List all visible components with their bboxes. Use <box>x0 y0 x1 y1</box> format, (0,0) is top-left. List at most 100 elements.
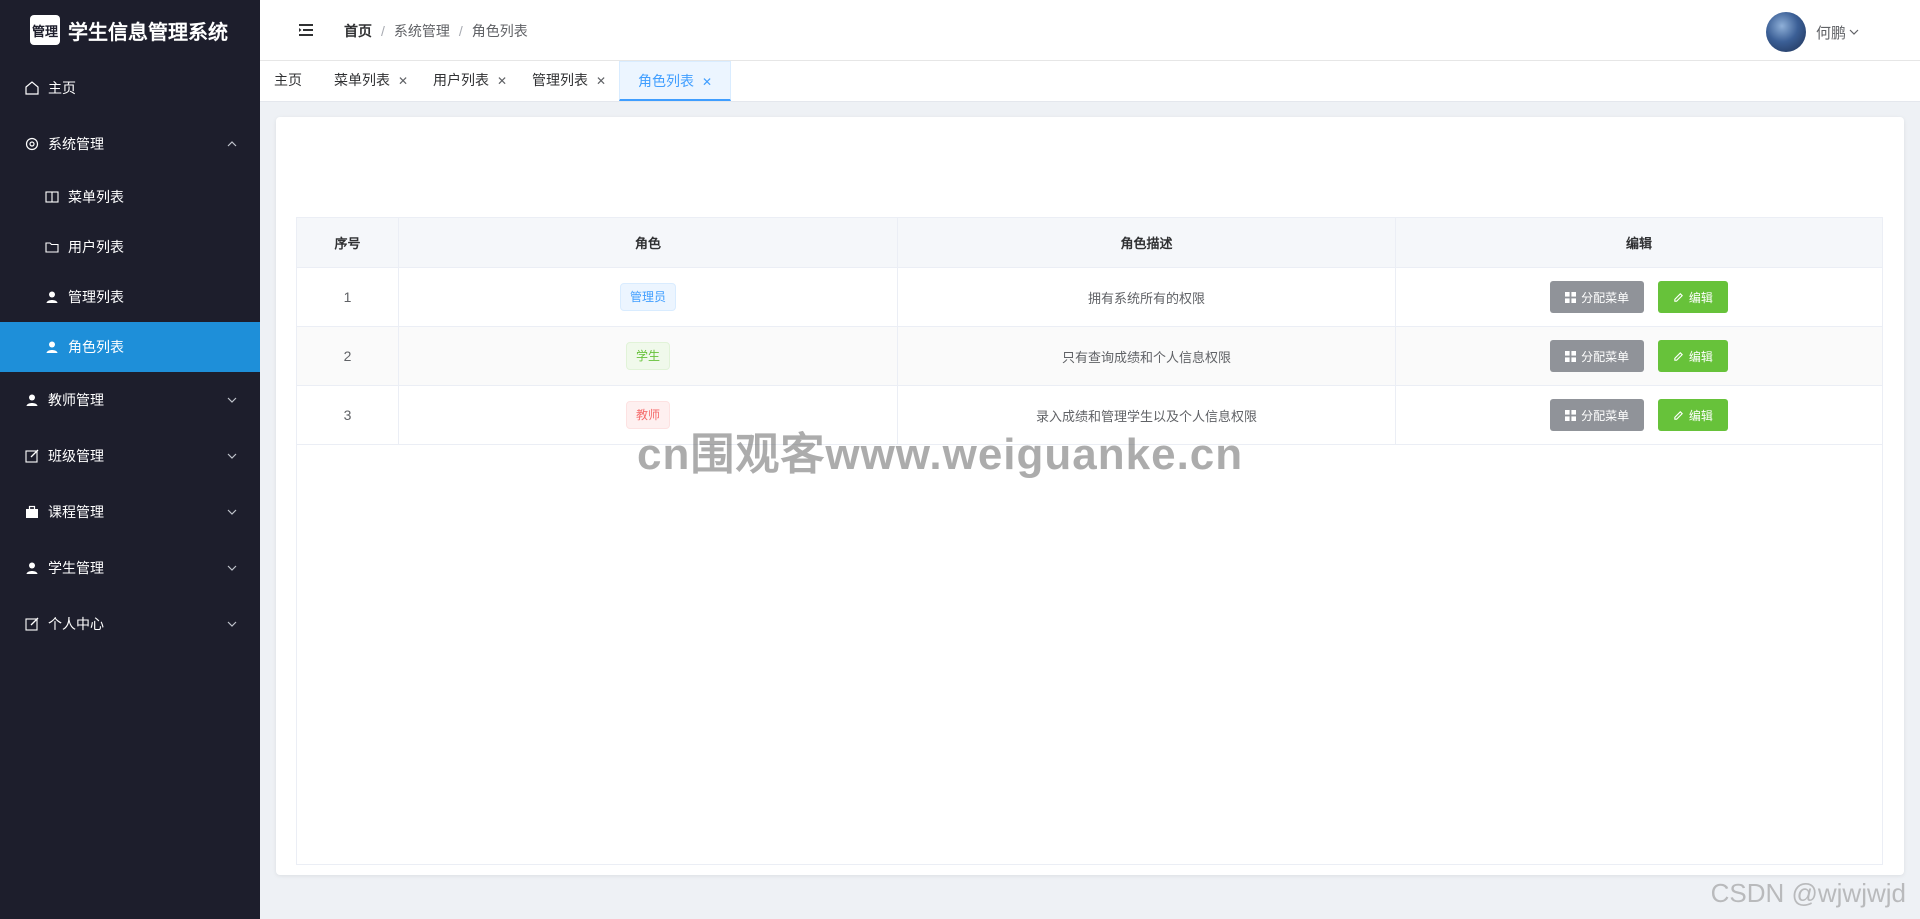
role-cell: 管理员 <box>398 267 898 327</box>
sidebar-item-menu-list[interactable]: 菜单列表 <box>0 172 260 222</box>
role-cell: 学生 <box>398 326 898 386</box>
user-icon <box>24 392 40 408</box>
chevron-down-icon <box>227 509 237 515</box>
column-header: 角色描述 <box>897 218 1396 268</box>
chevron-up-icon <box>227 141 237 147</box>
home-icon <box>24 80 40 96</box>
button-label: 编辑 <box>1688 349 1713 364</box>
grid-icon <box>1565 350 1577 362</box>
sidebar-item-label: 管理列表 <box>68 289 124 305</box>
role-tag: 学生 <box>625 342 670 370</box>
edit-icon <box>24 616 40 632</box>
description-cell: 拥有系统所有的权限 <box>897 267 1396 327</box>
sidebar-item-role-list[interactable]: 角色列表 <box>0 322 260 372</box>
tab-role-list[interactable]: 角色列表 ✕ <box>619 61 732 101</box>
csdn-watermark: CSDN @wjwjwjd <box>1710 878 1906 908</box>
close-icon[interactable]: ✕ <box>596 74 606 88</box>
edit-icon <box>1674 410 1683 420</box>
chevron-down-icon <box>227 453 237 459</box>
sidebar-item-profile[interactable]: 个人中心 <box>0 596 260 652</box>
user-icon <box>44 289 60 305</box>
sidebar-item-label: 菜单列表 <box>68 189 124 205</box>
tab-admin-list[interactable]: 管理列表 ✕ <box>518 61 620 100</box>
content-card: 序号 角色 角色描述 编辑 1 管理员 拥有系统所有的权限 分配菜单 编辑 2 … <box>276 117 1904 875</box>
sidebar-item-label: 主页 <box>48 80 76 96</box>
sidebar-item-label: 角色列表 <box>68 339 124 355</box>
column-header: 编辑 <box>1395 218 1882 268</box>
assign-menu-button[interactable]: 分配菜单 <box>1550 340 1645 372</box>
gear-icon <box>24 136 40 152</box>
tab-user-list[interactable]: 用户列表 ✕ <box>419 61 521 100</box>
tab-label: 角色列表 <box>638 73 694 89</box>
actions-cell: 分配菜单 编辑 <box>1395 267 1882 327</box>
index-cell: 2 <box>297 326 399 386</box>
table-row: 2 学生 只有查询成绩和个人信息权限 分配菜单 编辑 <box>297 326 1882 386</box>
menu-fold-icon[interactable] <box>298 22 314 38</box>
sidebar-item-label: 系统管理 <box>48 136 104 152</box>
role-table: 序号 角色 角色描述 编辑 1 管理员 拥有系统所有的权限 分配菜单 编辑 2 … <box>296 217 1883 865</box>
edit-button[interactable]: 编辑 <box>1657 281 1728 313</box>
close-icon[interactable]: ✕ <box>702 75 712 89</box>
edit-button[interactable]: 编辑 <box>1657 340 1728 372</box>
tab-menu-list[interactable]: 菜单列表 ✕ <box>320 61 422 100</box>
sidebar-item-teacher[interactable]: 教师管理 <box>0 372 260 428</box>
sidebar: 管理 学生信息管理系统 主页 系统管理 菜单列表 用户列表 管理列表 角色列表 … <box>0 0 260 919</box>
edit-icon <box>24 448 40 464</box>
column-header: 角色 <box>398 218 898 268</box>
tab-bar: 主页 菜单列表 ✕ 用户列表 ✕ 管理列表 ✕ 角色列表 ✕ <box>260 61 1920 102</box>
button-label: 分配菜单 <box>1581 408 1630 423</box>
sidebar-item-label: 学生管理 <box>48 560 104 576</box>
sidebar-item-student[interactable]: 学生管理 <box>0 540 260 596</box>
sidebar-item-system[interactable]: 系统管理 <box>0 116 260 172</box>
username[interactable]: 何鹏 <box>1816 22 1846 43</box>
tab-label: 管理列表 <box>532 72 588 88</box>
watermark: cn围观客www.weiguanke.cn <box>637 430 1244 479</box>
avatar[interactable] <box>1765 12 1806 52</box>
chevron-down-icon <box>227 397 237 403</box>
tab-label: 用户列表 <box>433 72 489 88</box>
tab-home[interactable]: 主页 <box>260 61 316 100</box>
top-header: 首页 / 系统管理 / 角色列表 何鹏 <box>260 0 1920 61</box>
breadcrumb-home[interactable]: 首页 <box>344 23 372 39</box>
user-icon <box>44 339 60 355</box>
sidebar-item-class[interactable]: 班级管理 <box>0 428 260 484</box>
button-label: 分配菜单 <box>1581 349 1630 364</box>
table-row: 1 管理员 拥有系统所有的权限 分配菜单 编辑 <box>297 267 1882 327</box>
actions-cell: 分配菜单 编辑 <box>1395 385 1882 445</box>
user-icon <box>24 560 40 576</box>
breadcrumb-item: 系统管理 <box>393 23 450 39</box>
column-header: 序号 <box>297 218 399 268</box>
table-header-row: 序号 角色 角色描述 编辑 <box>297 218 1882 268</box>
briefcase-icon <box>24 504 40 520</box>
chevron-down-icon <box>1849 29 1859 35</box>
brand[interactable]: 管理 学生信息管理系统 <box>0 0 260 60</box>
chevron-down-icon <box>227 565 237 571</box>
logo: 管理 <box>30 15 60 45</box>
sidebar-item-user-list[interactable]: 用户列表 <box>0 222 260 272</box>
grid-icon <box>1565 409 1577 421</box>
sidebar-item-admin-list[interactable]: 管理列表 <box>0 272 260 322</box>
app-title: 学生信息管理系统 <box>68 21 228 44</box>
sidebar-item-label: 教师管理 <box>48 392 104 408</box>
index-cell: 3 <box>297 385 399 445</box>
sidebar-item-label: 个人中心 <box>48 616 104 632</box>
description-cell: 只有查询成绩和个人信息权限 <box>897 326 1396 386</box>
close-icon[interactable]: ✕ <box>398 74 408 88</box>
folder-icon <box>44 239 60 255</box>
breadcrumb-item: 角色列表 <box>471 23 528 39</box>
close-icon[interactable]: ✕ <box>497 74 507 88</box>
button-label: 编辑 <box>1688 290 1713 305</box>
button-label: 编辑 <box>1688 408 1713 423</box>
edit-button[interactable]: 编辑 <box>1657 399 1728 431</box>
button-label: 分配菜单 <box>1581 290 1630 305</box>
tab-label: 菜单列表 <box>334 72 390 88</box>
sidebar-item-home[interactable]: 主页 <box>0 60 260 116</box>
sidebar-item-label: 课程管理 <box>48 504 104 520</box>
sidebar-item-label: 班级管理 <box>48 448 104 464</box>
tab-label: 主页 <box>274 72 302 88</box>
edit-icon <box>1674 292 1683 302</box>
user-menu[interactable]: 何鹏 <box>1765 12 1860 52</box>
sidebar-item-course[interactable]: 课程管理 <box>0 484 260 540</box>
assign-menu-button[interactable]: 分配菜单 <box>1550 281 1645 313</box>
assign-menu-button[interactable]: 分配菜单 <box>1550 399 1645 431</box>
